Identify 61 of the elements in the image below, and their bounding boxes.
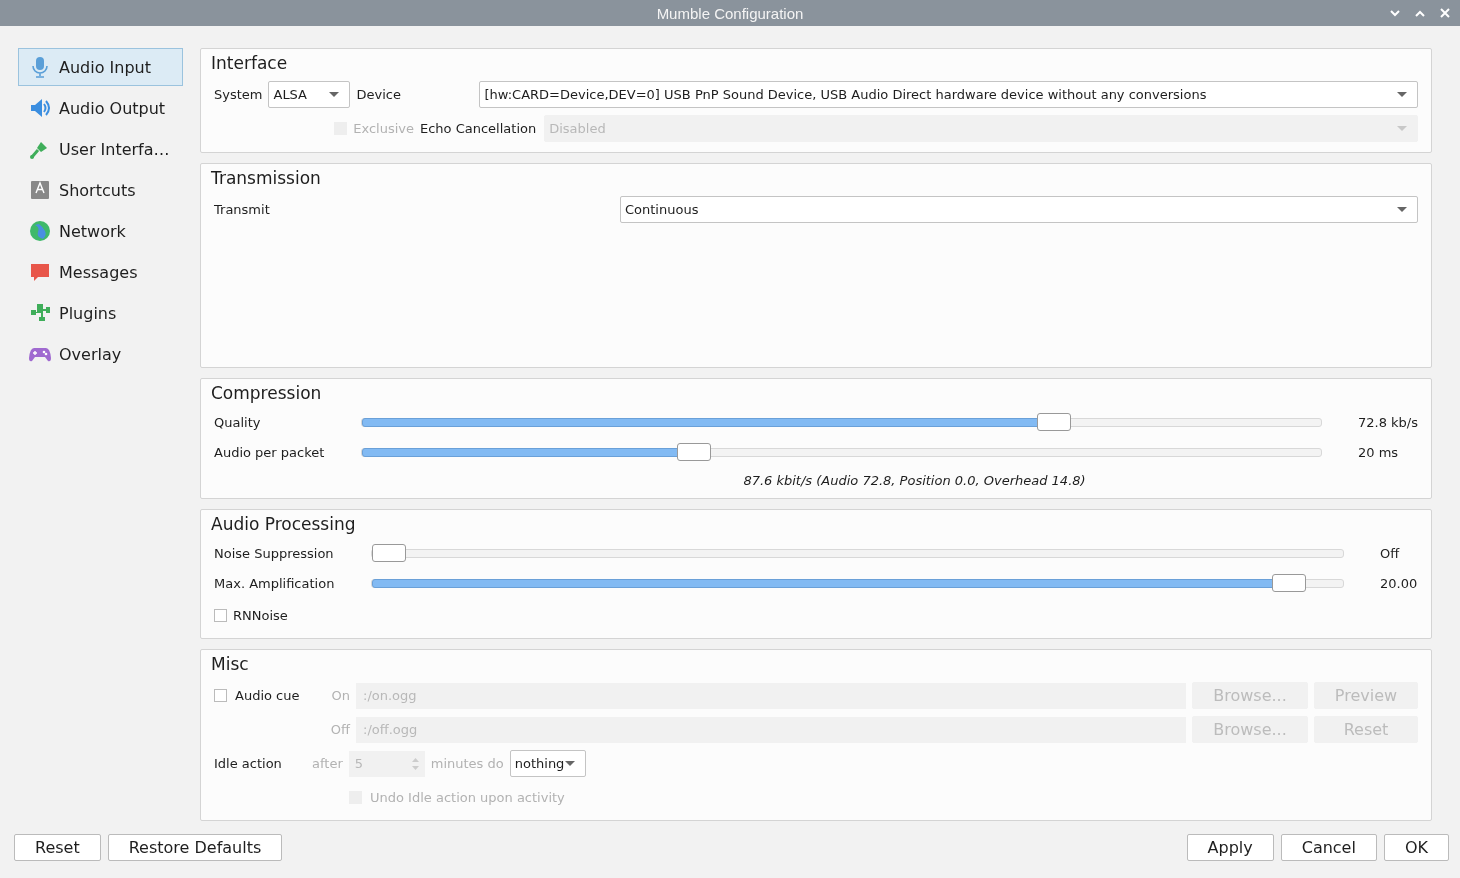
field-label: Idle action bbox=[214, 756, 283, 771]
dialog-button[interactable]: Restore Defaults bbox=[107, 834, 283, 861]
slider-value: 20 ms bbox=[1358, 445, 1400, 460]
rnnoise-checkbox[interactable] bbox=[214, 608, 227, 622]
field-label: Device bbox=[356, 87, 402, 102]
sidebar-item[interactable]: Audio Input bbox=[18, 48, 183, 86]
group-title: Misc bbox=[211, 654, 250, 674]
speaker-icon bbox=[29, 97, 51, 119]
sidebar-item[interactable]: Shortcuts bbox=[18, 171, 183, 209]
idle-action-dropdown[interactable]: nothing bbox=[509, 750, 586, 777]
field-label: minutes do bbox=[430, 756, 504, 771]
field-label: after bbox=[312, 756, 343, 771]
dialog-button[interactable]: Apply bbox=[1186, 834, 1274, 861]
sidebar-item[interactable]: Plugins bbox=[18, 294, 183, 332]
sidebar-item[interactable]: User Interfa… bbox=[18, 130, 183, 168]
sidebar-item[interactable]: Network bbox=[18, 212, 183, 250]
sidebar-item[interactable]: Overlay bbox=[18, 335, 183, 373]
dialog-button[interactable]: Reset bbox=[14, 834, 101, 861]
slider-handle[interactable] bbox=[1037, 413, 1072, 431]
slider-label: Quality bbox=[214, 415, 262, 430]
sidebar-item[interactable]: Messages bbox=[18, 253, 183, 291]
window-title: Mumble Configuration bbox=[656, 4, 804, 22]
keyboard-key-icon bbox=[29, 179, 51, 201]
slider-value: 20.00 bbox=[1380, 576, 1418, 591]
close-icon[interactable] bbox=[1440, 8, 1450, 18]
globe-icon bbox=[29, 220, 51, 242]
speech-bubble-icon bbox=[29, 261, 51, 283]
slider-handle[interactable] bbox=[676, 443, 711, 461]
puzzle-piece-icon bbox=[29, 302, 51, 324]
device-dropdown[interactable]: [hw:CARD=Device,DEV=0] USB PnP Sound Device, USB Audio Direct hardware device without any conversions bbox=[479, 81, 1418, 108]
bitrate-summary: 87.6 kbit/s (Audio 72.8, Position 0.0, Overhead 14.8) bbox=[743, 473, 1086, 488]
minimize-chevron-icon[interactable] bbox=[1390, 9, 1400, 17]
field-label: System bbox=[214, 87, 263, 102]
field-label: Off bbox=[329, 722, 350, 737]
checkbox-label: Undo Idle action upon activity bbox=[370, 789, 565, 805]
checkbox-label: Exclusive bbox=[353, 121, 414, 136]
field-label: Echo Cancellation bbox=[420, 121, 537, 136]
checkbox-label: RNNoise bbox=[233, 607, 288, 623]
field-label: Transmit bbox=[214, 202, 271, 217]
spin-arrows-icon bbox=[411, 756, 419, 771]
slider-label: Noise Suppression bbox=[214, 546, 335, 561]
dialog-button[interactable]: Cancel bbox=[1280, 834, 1377, 861]
system-dropdown[interactable]: ALSA bbox=[268, 81, 351, 108]
slider-label: Audio per packet bbox=[214, 445, 326, 460]
checkbox-label: Audio cue bbox=[235, 688, 300, 703]
group-title: Transmission bbox=[211, 168, 322, 188]
transmit-dropdown[interactable]: Continuous bbox=[620, 196, 1418, 223]
group-title: Interface bbox=[211, 53, 289, 73]
maximize-chevron-icon[interactable] bbox=[1415, 9, 1425, 17]
slider-label: Max. Amplification bbox=[214, 576, 336, 591]
slider-handle[interactable] bbox=[372, 544, 406, 562]
sidebar-item[interactable]: Audio Output bbox=[18, 89, 183, 127]
group-title: Compression bbox=[211, 383, 323, 403]
slider-value: 72.8 kb/s bbox=[1358, 415, 1418, 430]
group-title: Audio Processing bbox=[211, 514, 357, 534]
dialog-button[interactable]: OK bbox=[1383, 834, 1449, 861]
slider-handle[interactable] bbox=[1271, 574, 1306, 592]
microphone-icon bbox=[29, 56, 51, 78]
audio-cue-checkbox[interactable] bbox=[214, 689, 227, 702]
field-label: On bbox=[330, 688, 350, 703]
slider-value: Off bbox=[1380, 546, 1401, 561]
